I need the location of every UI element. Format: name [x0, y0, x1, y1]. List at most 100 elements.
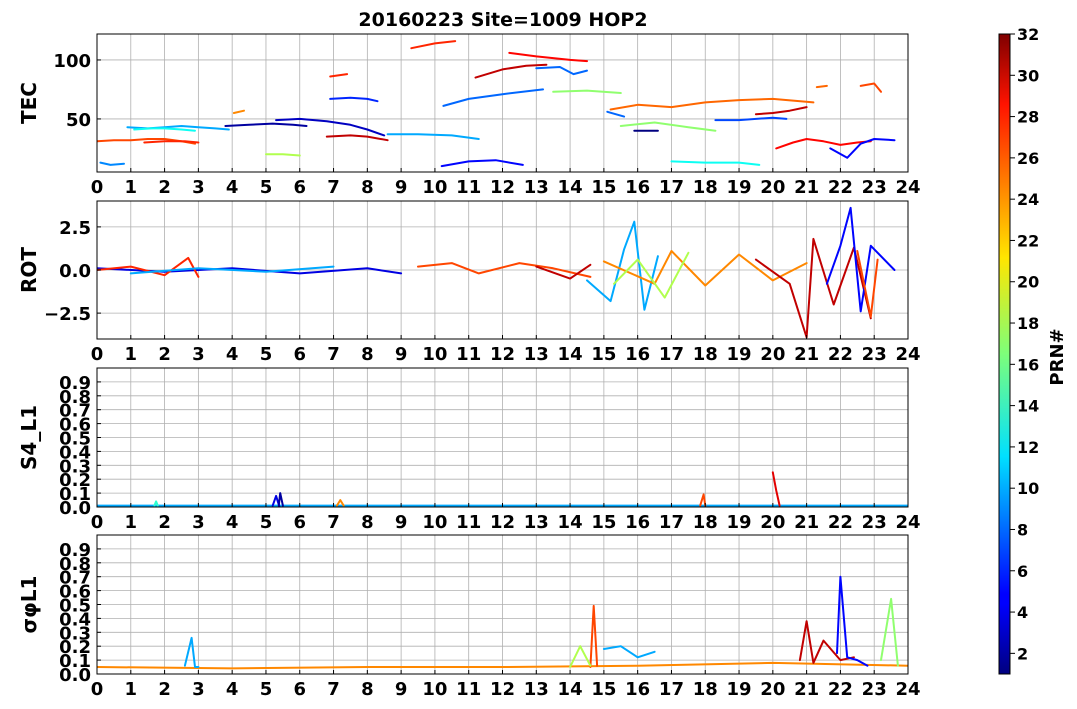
x-tick-label: 3: [192, 512, 205, 533]
series-line-prn-27: [329, 73, 349, 78]
x-tick-label: 10: [422, 177, 447, 198]
x-tick-label: 6: [293, 344, 306, 365]
x-tick-label: 1: [125, 679, 138, 700]
x-tick-label: 7: [327, 679, 340, 700]
x-tick-label: 15: [591, 344, 616, 365]
x-tick-label: 3: [192, 344, 205, 365]
x-tick-label: 19: [727, 344, 752, 365]
x-tick-label: 0: [91, 344, 104, 365]
x-tick-label: 13: [524, 344, 549, 365]
series-line-prn-10: [183, 636, 200, 668]
x-tick-label: 4: [226, 512, 239, 533]
x-tick-label: 20: [760, 177, 785, 198]
x-tick-label: 10: [422, 512, 447, 533]
grid: [96, 34, 909, 172]
x-tick-label: 0: [91, 679, 104, 700]
y-tick-label: 0.9: [59, 540, 91, 561]
colorbar-tick-label: 2: [1017, 644, 1028, 663]
x-tick-label: 14: [558, 679, 583, 700]
series-line-prn-25: [815, 84, 828, 89]
x-tick-label: 14: [558, 512, 583, 533]
colorbar-gradient: [998, 33, 1011, 675]
x-tick-label: 20: [760, 512, 785, 533]
x-tick-label: 17: [659, 512, 684, 533]
colorbar-tick-label: 28: [1017, 108, 1039, 127]
x-tick-label: 20: [760, 679, 785, 700]
series-line-prn-6: [329, 96, 379, 103]
x-tick-label: 6: [293, 679, 306, 700]
series-line-prn-5: [440, 159, 524, 168]
colorbar-tick-label: 22: [1017, 231, 1039, 250]
y-tick-label: 0.0: [59, 261, 91, 282]
x-tick-label: 11: [456, 177, 481, 198]
x-tick-label: 3: [192, 177, 205, 198]
series-line-prn-17: [552, 89, 622, 94]
x-tick-label: 18: [693, 344, 718, 365]
x-tick-label: 5: [260, 177, 273, 198]
x-tick-label: 9: [395, 344, 408, 365]
x-tick-label: 6: [293, 512, 306, 533]
x-tick-label: 16: [625, 177, 650, 198]
colorbar-tick-label: 4: [1017, 603, 1028, 622]
x-tick-label: 22: [828, 344, 853, 365]
series-group: [97, 206, 896, 339]
x-tick-label: 11: [456, 344, 481, 365]
x-tick-label: 7: [327, 512, 340, 533]
colorbar-tick-label: 30: [1017, 66, 1039, 85]
colorbar-tick-label: 12: [1017, 438, 1039, 457]
x-tick-label: 7: [327, 177, 340, 198]
x-tick-label: 1: [125, 344, 138, 365]
series-line-prn-10: [586, 220, 659, 311]
y-axis-label: ROT: [17, 247, 41, 293]
x-tick-label: 24: [895, 679, 920, 700]
figure: 20160223 Site=1009 HOP2 0 1 2 3 4 5 6 7 8 9 10 11 12…: [17, 9, 1068, 700]
x-tick-label: 0: [91, 177, 104, 198]
colorbar-tick-label: 16: [1017, 355, 1039, 374]
x-tick-label: 24: [895, 177, 920, 198]
colorbar-tick-label: 6: [1017, 562, 1028, 581]
x-tick-label: 18: [693, 177, 718, 198]
series-line-prn-2: [277, 492, 284, 507]
x-tick-label: 7: [327, 344, 340, 365]
series-line-prn-27: [410, 40, 457, 50]
series-line-prn-18: [265, 153, 301, 157]
x-tick-label: 21: [794, 512, 819, 533]
series-line-prn-8: [535, 66, 588, 76]
series-line-prn-8: [606, 110, 626, 118]
y-tick-label: −2.5: [44, 304, 91, 325]
panel-3: 0 1 2 3 4 5 6 7 8 9 10 11 12 13 14 15 16 17 18 19 20 21 22 23 24…: [17, 367, 921, 533]
x-tick-label: 2: [158, 177, 171, 198]
x-tick-label: 2: [158, 512, 171, 533]
x-tick-label: 8: [361, 679, 374, 700]
x-tick-label: 4: [226, 679, 239, 700]
series-line-prn-30: [754, 106, 808, 116]
x-tick-label: 8: [361, 344, 374, 365]
series-line-prn-5: [836, 575, 869, 667]
x-tick-label: 23: [862, 344, 887, 365]
panel-1: 0 1 2 3 4 5 6 7 8 9 10 11 12 13 14 15 16 17 18 19 20 21 22 23 24…: [17, 33, 921, 198]
x-tick-label: 12: [490, 679, 515, 700]
x-tick-label: 10: [422, 679, 447, 700]
series-line-prn-27: [143, 140, 200, 144]
series-line-prn-26: [699, 493, 707, 507]
panel-4: 0 1 2 3 4 5 6 7 8 9 10 11 12 13 14 15 16 17 18 19 20 21 22 23 24…: [17, 534, 921, 700]
x-tick-label: 15: [591, 177, 616, 198]
grid: [96, 535, 909, 675]
x-tick-label: 17: [659, 344, 684, 365]
x-tick-label: 11: [456, 679, 481, 700]
x-tick-label: 1: [125, 177, 138, 198]
x-tick-label: 5: [260, 679, 273, 700]
colorbar-tick-label: 8: [1017, 520, 1028, 539]
x-tick-label: 17: [659, 679, 684, 700]
x-tick-label: 14: [558, 177, 583, 198]
x-tick-label: 13: [524, 512, 549, 533]
y-axis-label: S4_L1: [17, 405, 41, 470]
x-tick-label: 17: [659, 177, 684, 198]
colorbar-label: PRN#: [1047, 328, 1068, 385]
y-axis-label: σφL1: [17, 576, 41, 634]
colorbar-tick-label: 10: [1017, 479, 1039, 498]
colorbar-tick-label: 20: [1017, 273, 1039, 292]
colorbar-tick-label: 26: [1017, 149, 1039, 168]
panel-2: 0 1 2 3 4 5 6 7 8 9 10 11 12 13 14 15 16 17 18 19 20 21 22 23 24…: [17, 200, 921, 365]
x-tick-label: 24: [895, 512, 920, 533]
